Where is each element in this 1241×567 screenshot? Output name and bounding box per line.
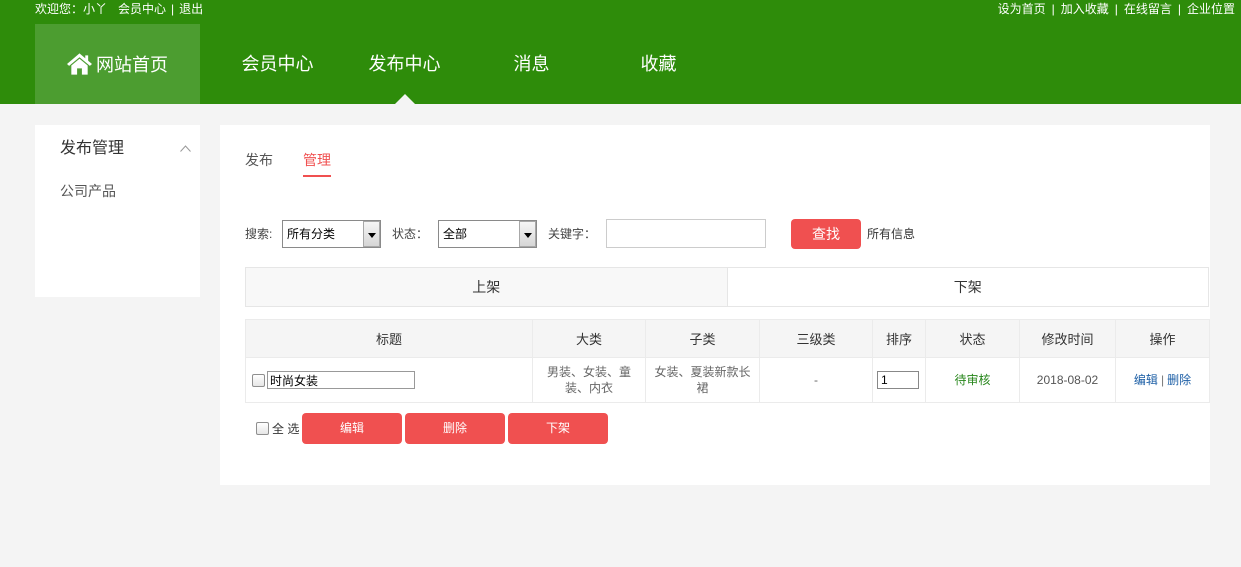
chevron-down-icon — [524, 233, 532, 238]
chevron-up-icon[interactable] — [180, 145, 191, 152]
chevron-down-icon — [368, 233, 376, 238]
all-info-link[interactable]: 所有信息 — [867, 220, 915, 248]
nav-item-label: 消息 — [513, 54, 550, 74]
delete-link[interactable]: 删除 — [1167, 373, 1191, 387]
table-header-row: 标题 大类 子类 三级类 排序 状态 修改时间 操作 — [245, 319, 1210, 358]
modified-date-cell: 2018-08-02 — [1019, 357, 1116, 403]
nav-item-publish-center[interactable]: 发布中心 — [341, 24, 468, 104]
edit-link[interactable]: 编辑 — [1134, 373, 1158, 387]
nav-item-label: 收藏 — [640, 54, 677, 74]
column-header-category: 大类 — [532, 319, 646, 358]
site-header: 欢迎您：小丫 会员中心 | 退出 设为首页 | 加入收藏 | 在线留言 | 企业位置 网站首页 会… — [0, 0, 1241, 104]
separator: | — [1177, 2, 1181, 16]
sort-input[interactable] — [877, 371, 919, 389]
column-header-modified: 修改时间 — [1019, 319, 1116, 358]
member-center-link[interactable]: 会员中心 — [118, 2, 166, 16]
sort-cell — [872, 357, 926, 403]
title-cell — [245, 357, 533, 403]
subcategory-cell: 女装、夏装新款长裙 — [645, 357, 760, 403]
status-select[interactable]: 全部 — [438, 220, 537, 248]
keyword-label: 关键字： — [548, 227, 597, 241]
company-location-link[interactable]: 企业位置 — [1187, 2, 1235, 16]
bulk-delete-button[interactable]: 删除 — [405, 413, 505, 444]
separator: | — [171, 2, 175, 16]
bulk-edit-button[interactable]: 编辑 — [302, 413, 402, 444]
status-badge: 待审核 — [925, 357, 1020, 403]
separator: | — [1160, 373, 1165, 387]
bulk-off-shelf-button[interactable]: 下架 — [508, 413, 608, 444]
separator: | — [1051, 2, 1055, 16]
column-header-status: 状态 — [925, 319, 1020, 358]
select-all-label[interactable]: 全 选 — [272, 421, 299, 437]
welcome-text: 欢迎您：小丫 — [35, 2, 108, 16]
top-bar: 欢迎您：小丫 会员中心 | 退出 设为首页 | 加入收藏 | 在线留言 | 企业位置 — [0, 0, 1241, 24]
product-table: 标题 大类 子类 三级类 排序 状态 修改时间 操作 男装、女装、童装、内衣 女… — [245, 319, 1210, 403]
column-header-actions: 操作 — [1115, 319, 1210, 358]
tab-manage[interactable]: 管理 — [303, 150, 331, 177]
select-arrow — [519, 221, 536, 247]
nav-item-favorites[interactable]: 收藏 — [595, 24, 722, 104]
nav-item-label: 会员中心 — [241, 54, 314, 74]
sidebar-title[interactable]: 发布管理 — [60, 138, 124, 160]
main-panel: 发布 管理 搜索: 所有分类 状态： 全部 关键字： 查找 所有信息 上架 下架… — [220, 125, 1210, 485]
home-icon — [67, 53, 92, 75]
user-links: 欢迎您：小丫 会员中心 | 退出 — [35, 0, 203, 19]
sidebar: 发布管理 公司产品 — [35, 125, 200, 297]
tab-publish[interactable]: 发布 — [245, 150, 273, 177]
online-message-link[interactable]: 在线留言 — [1124, 2, 1172, 16]
nav-item-messages[interactable]: 消息 — [468, 24, 595, 104]
status-label: 状态： — [392, 227, 429, 241]
category-select[interactable]: 所有分类 — [282, 220, 381, 248]
search-button[interactable]: 查找 — [791, 219, 861, 249]
main-nav: 会员中心 发布中心 消息 收藏 — [214, 24, 722, 104]
site-links: 设为首页 | 加入收藏 | 在线留言 | 企业位置 — [998, 0, 1235, 19]
column-header-level3: 三级类 — [759, 319, 873, 358]
row-checkbox[interactable] — [252, 373, 265, 387]
select-all-checkbox[interactable] — [256, 422, 269, 435]
column-header-subcategory: 子类 — [645, 319, 760, 358]
add-favorite-link[interactable]: 加入收藏 — [1061, 2, 1109, 16]
nav-home-label: 网站首页 — [96, 55, 168, 75]
table-row: 男装、女装、童装、内衣 女装、夏装新款长裙 - 待审核 2018-08-02 编… — [245, 357, 1210, 403]
separator: | — [1114, 2, 1118, 16]
active-indicator — [394, 94, 415, 104]
nav-item-label: 发布中心 — [368, 54, 441, 74]
status-select-value: 全部 — [443, 227, 468, 241]
set-homepage-link[interactable]: 设为首页 — [998, 2, 1046, 16]
actions-cell: 编辑 | 删除 — [1115, 357, 1210, 403]
column-header-sort: 排序 — [872, 319, 926, 358]
tab-off-shelf[interactable]: 下架 — [726, 268, 1208, 306]
title-input[interactable] — [267, 371, 415, 389]
search-label: 搜索: — [245, 227, 273, 241]
logout-link[interactable]: 退出 — [179, 2, 203, 16]
nav-item-member-center[interactable]: 会员中心 — [214, 24, 341, 104]
listing-status-tabs: 上架 下架 — [245, 267, 1209, 307]
nav-home[interactable]: 网站首页 — [35, 24, 200, 104]
sidebar-item-company-products[interactable]: 公司产品 — [60, 181, 116, 201]
tab-on-shelf[interactable]: 上架 — [246, 268, 727, 306]
select-arrow — [363, 221, 380, 247]
keyword-input[interactable] — [606, 219, 766, 248]
category-cell: 男装、女装、童装、内衣 — [532, 357, 646, 403]
level3-cell: - — [759, 357, 873, 403]
category-select-value: 所有分类 — [287, 227, 336, 241]
column-header-title: 标题 — [245, 319, 533, 358]
